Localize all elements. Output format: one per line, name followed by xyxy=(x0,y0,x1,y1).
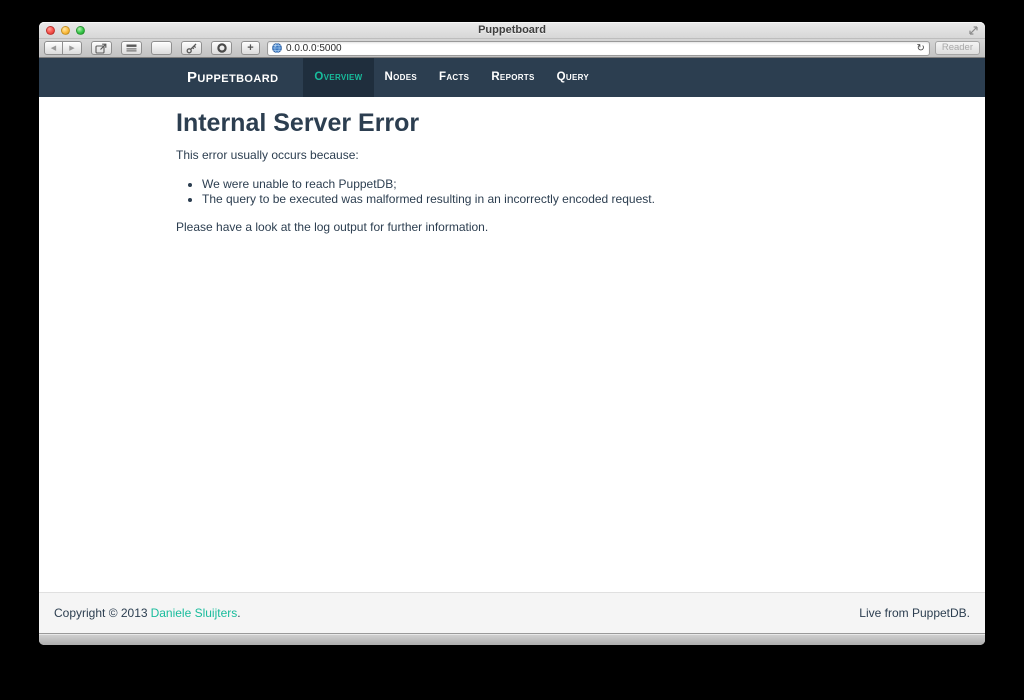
tab-facts[interactable]: Facts xyxy=(428,58,480,97)
reader-button[interactable]: Reader xyxy=(935,41,980,55)
nav-tabs: Overview Nodes Facts Reports Query xyxy=(303,58,600,97)
window-statusbar[interactable] xyxy=(39,633,985,645)
copyright-prefix: Copyright © 2013 xyxy=(54,606,148,620)
window-title: Puppetboard xyxy=(39,22,985,39)
forward-button[interactable]: ▶ xyxy=(63,41,82,55)
new-tab-button[interactable]: + xyxy=(241,41,260,55)
blank-toolbar-button[interactable] xyxy=(151,41,172,55)
error-reason-item: The query to be executed was malformed r… xyxy=(202,192,876,207)
error-intro-text: This error usually occurs because: xyxy=(176,148,876,163)
desktop-background: { "colors": { "navbar_bg": "#2c3e50", "a… xyxy=(0,0,1024,700)
error-reason-list: We were unable to reach PuppetDB; The qu… xyxy=(176,177,876,207)
error-reason-item: We were unable to reach PuppetDB; xyxy=(202,177,876,192)
globe-favicon xyxy=(272,43,282,53)
reading-list-button[interactable] xyxy=(121,41,142,55)
author-link[interactable]: Daniele Sluijters xyxy=(151,606,238,620)
back-icon: ◀ xyxy=(51,45,56,52)
error-container: Internal Server Error This error usually… xyxy=(176,97,876,235)
tab-nodes[interactable]: Nodes xyxy=(374,58,428,97)
plus-icon: + xyxy=(247,42,253,54)
share-button[interactable] xyxy=(91,41,112,55)
history-nav-group: ◀ ▶ xyxy=(44,41,82,55)
address-bar[interactable]: ↻ xyxy=(267,41,930,56)
share-icon xyxy=(95,43,108,54)
browser-toolbar: ◀ ▶ xyxy=(39,39,985,58)
copyright-suffix: . xyxy=(237,606,240,620)
live-from-puppetdb-text: Live from PuppetDB. xyxy=(859,606,970,620)
page-title: Internal Server Error xyxy=(176,110,876,138)
tab-reports[interactable]: Reports xyxy=(480,58,545,97)
back-button[interactable]: ◀ xyxy=(44,41,63,55)
app-navbar: Puppetboard Overview Nodes Facts Reports… xyxy=(39,58,985,97)
fullscreen-resize-icon[interactable] xyxy=(968,25,979,36)
page-footer: Copyright © 2013Daniele Sluijters. Live … xyxy=(39,592,985,633)
browser-window: Puppetboard ◀ ▶ xyxy=(39,22,985,645)
tab-overview[interactable]: Overview xyxy=(303,58,373,97)
ring-icon xyxy=(216,42,228,54)
forward-icon: ▶ xyxy=(69,45,74,52)
extension-ring-button[interactable] xyxy=(211,41,232,55)
list-lines-icon xyxy=(126,44,137,53)
error-outro-text: Please have a look at the log output for… xyxy=(176,220,876,235)
brand-puppetboard[interactable]: Puppetboard xyxy=(176,58,289,97)
refresh-icon[interactable]: ↻ xyxy=(916,42,924,55)
password-key-button[interactable] xyxy=(181,41,202,55)
window-titlebar[interactable]: Puppetboard xyxy=(39,22,985,39)
copyright-text: Copyright © 2013Daniele Sluijters. xyxy=(54,606,241,620)
page-content: Internal Server Error This error usually… xyxy=(39,97,985,592)
tab-query[interactable]: Query xyxy=(546,58,600,97)
url-input[interactable] xyxy=(286,42,925,55)
key-icon xyxy=(186,43,198,54)
